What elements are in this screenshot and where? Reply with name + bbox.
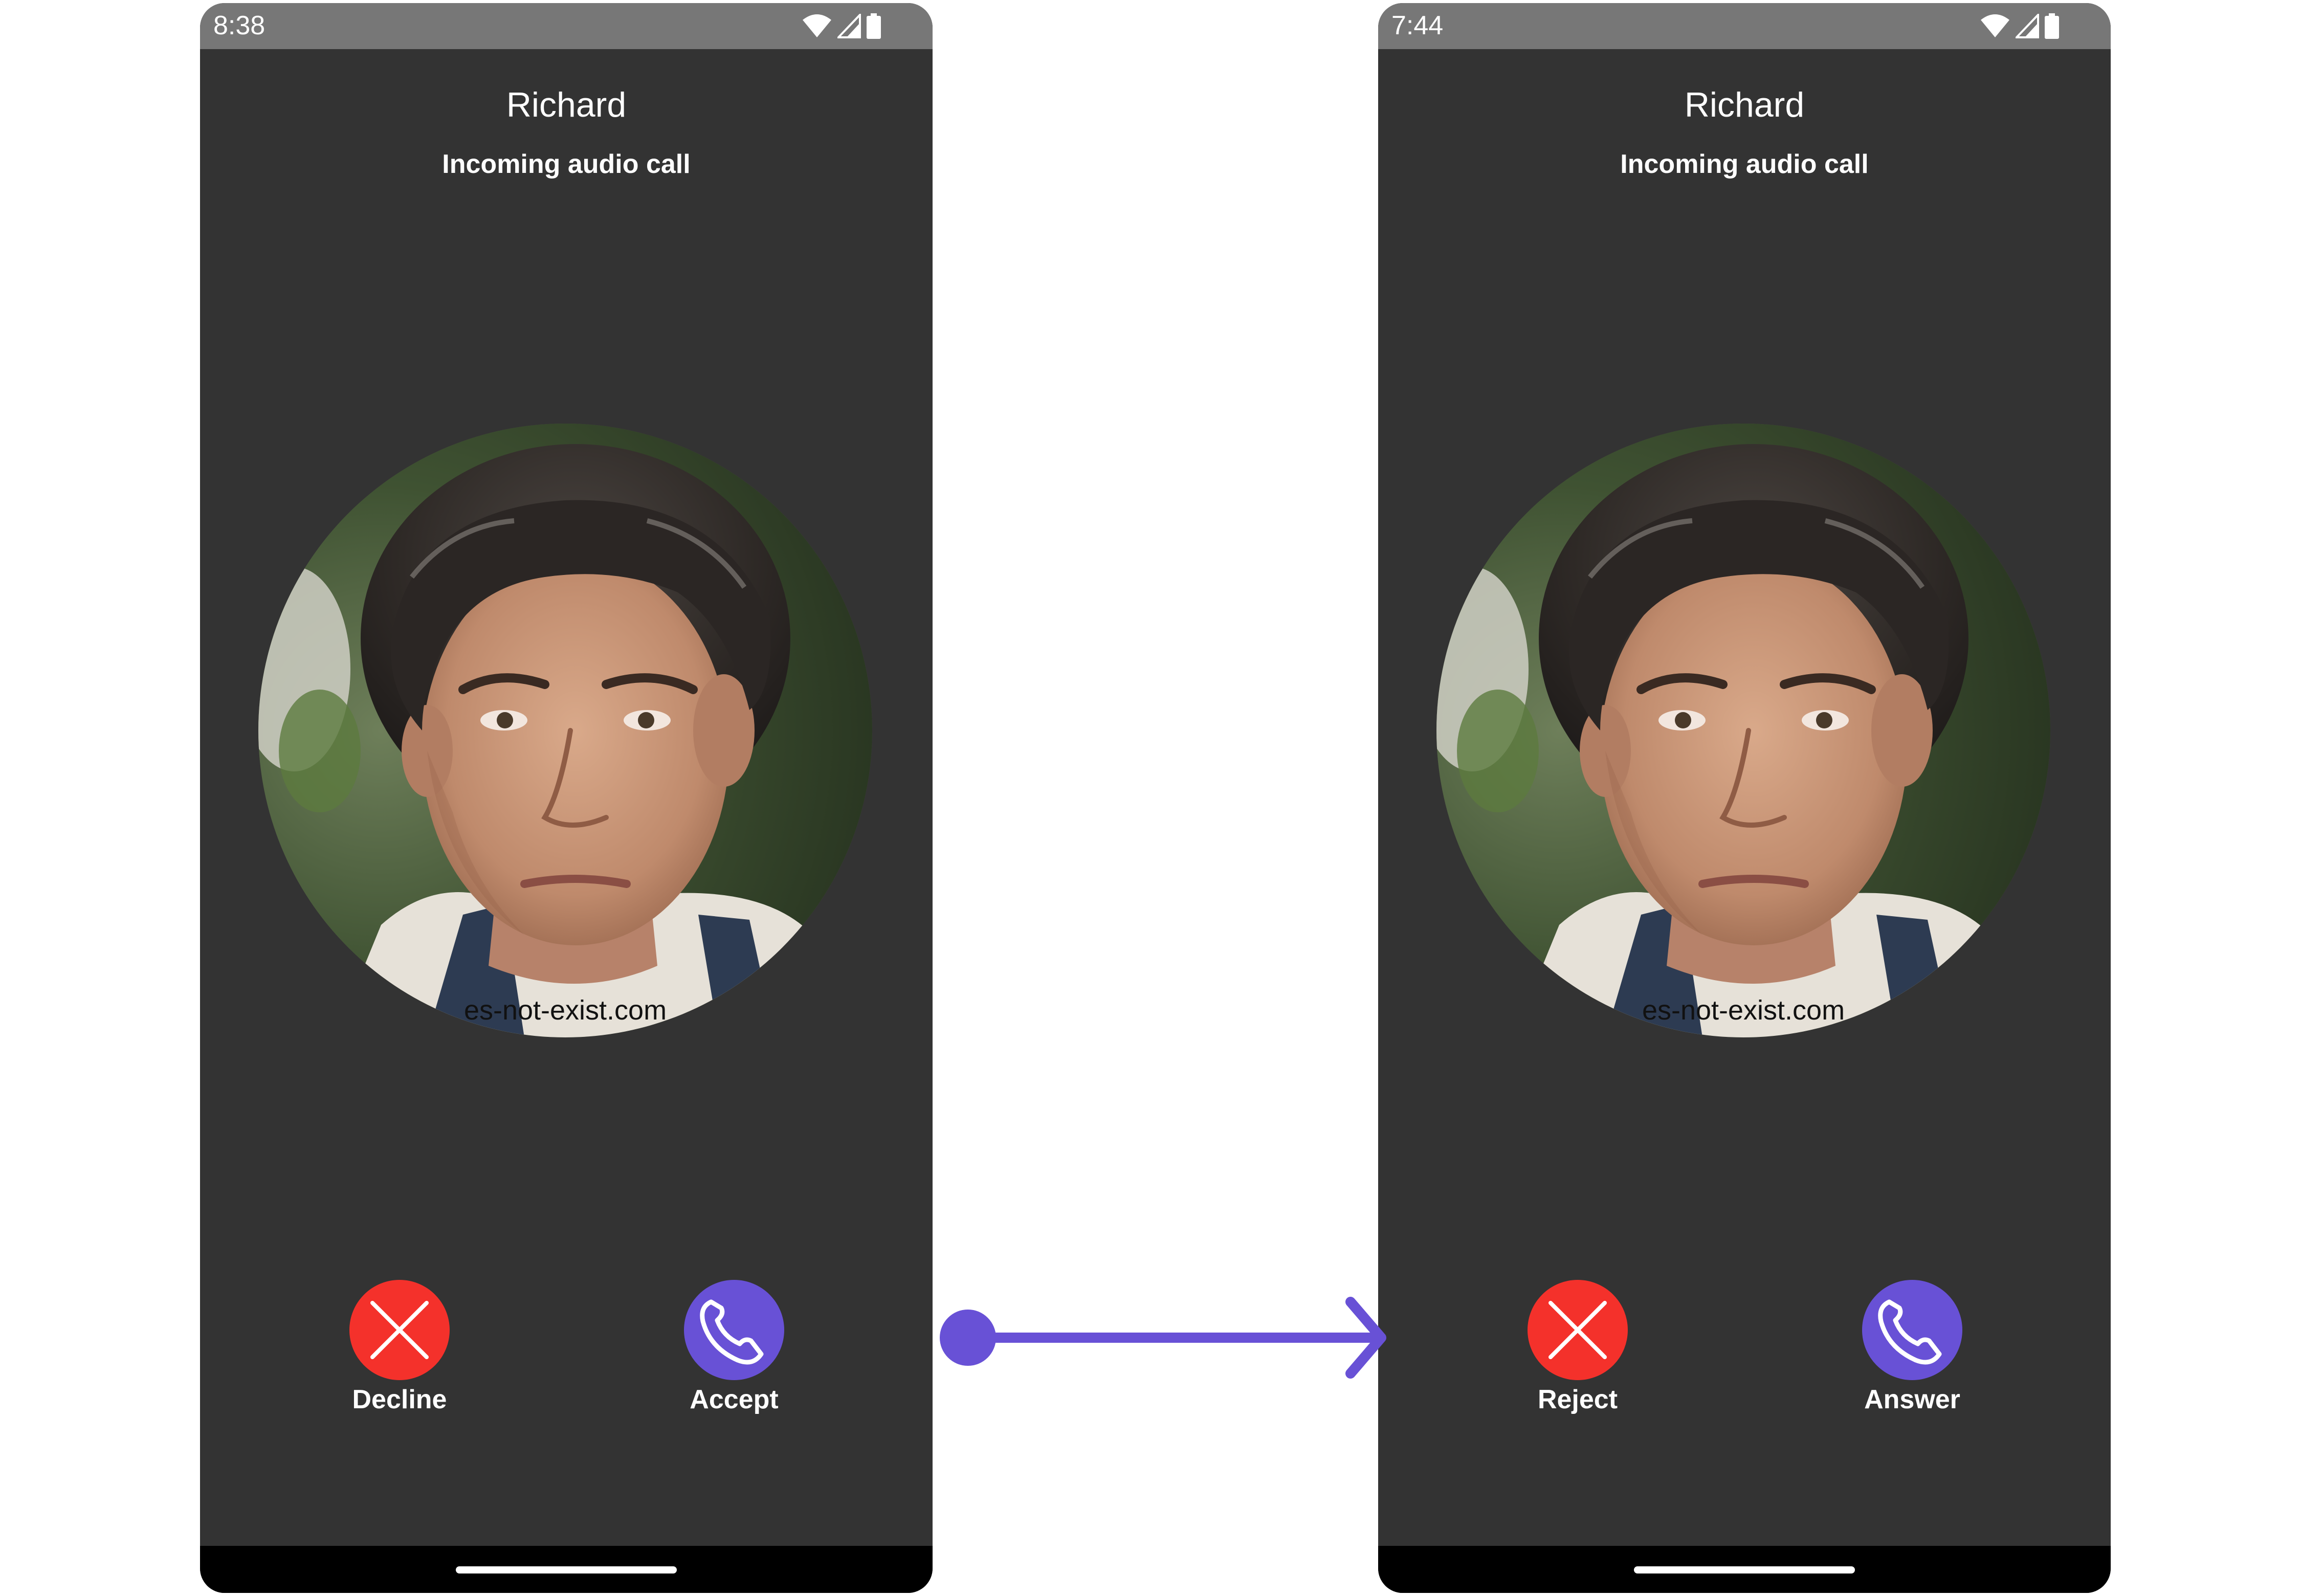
accept-label: Accept [690, 1385, 779, 1414]
avatar-watermark: es-not-exist.com [463, 995, 667, 1026]
accept-button[interactable] [684, 1280, 784, 1380]
phone-icon [1878, 1299, 1942, 1365]
avatar-photo [258, 424, 872, 1037]
call-type-label: Incoming audio call [442, 149, 691, 179]
status-bar: 8:38 [200, 3, 933, 49]
phone-screen-customized: 7:44 Richard Incoming audio call es-not-… [1378, 3, 2111, 1593]
status-bar: 7:44 [1378, 3, 2111, 49]
reject-button[interactable] [1528, 1280, 1628, 1380]
battery-icon [867, 13, 881, 39]
close-icon [370, 1301, 429, 1359]
caller-avatar: es-not-exist.com [1436, 424, 2050, 1037]
arrow-head-icon [1345, 1297, 1386, 1379]
wifi-icon [803, 14, 831, 37]
answer-button[interactable] [1862, 1280, 1962, 1380]
caller-name: Richard [1684, 85, 1805, 124]
navigation-bar [1378, 1546, 2111, 1593]
avatar-watermark: es-not-exist.com [1642, 995, 1845, 1026]
signal-icon [837, 14, 861, 38]
status-time: 8:38 [213, 11, 266, 40]
arrow-start-dot [940, 1310, 996, 1366]
decline-button[interactable] [349, 1280, 450, 1380]
home-indicator[interactable] [456, 1566, 677, 1573]
decline-action: Decline [313, 1280, 486, 1415]
status-icons [802, 11, 881, 41]
reject-action: Reject [1491, 1280, 1665, 1415]
avatar-photo [1436, 424, 2050, 1037]
phone-icon [700, 1299, 764, 1365]
status-time: 7:44 [1391, 11, 1444, 40]
phone-screen-default: 8:38 Richard Incoming audio call es-not-… [200, 3, 933, 1593]
navigation-bar [200, 1546, 933, 1593]
signal-icon [2016, 14, 2039, 38]
close-icon [1548, 1301, 1607, 1359]
answer-label: Answer [1864, 1385, 1960, 1414]
call-type-label: Incoming audio call [1620, 149, 1869, 179]
accept-action: Accept [647, 1280, 821, 1415]
caller-avatar: es-not-exist.com [258, 424, 872, 1037]
answer-action: Answer [1825, 1280, 1999, 1415]
wifi-icon [1981, 14, 2009, 37]
decline-label: Decline [352, 1385, 447, 1414]
reject-label: Reject [1537, 1385, 1618, 1414]
home-indicator[interactable] [1634, 1566, 1855, 1573]
status-icons [1980, 11, 2060, 41]
battery-icon [2045, 13, 2059, 39]
caller-name: Richard [506, 85, 627, 124]
